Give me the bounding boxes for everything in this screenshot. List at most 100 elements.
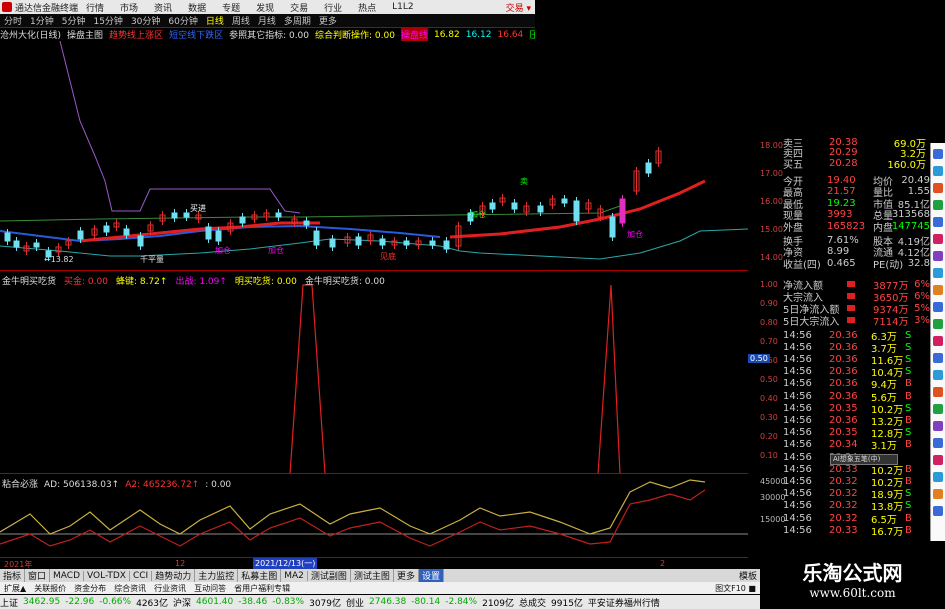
menu-item[interactable]: 专题 — [222, 1, 240, 14]
indicator-tab[interactable]: 指标 — [0, 569, 26, 582]
candle-body[interactable] — [303, 220, 310, 226]
candle-body[interactable] — [123, 228, 130, 236]
candle-body[interactable] — [619, 198, 626, 224]
candle-body[interactable] — [403, 240, 410, 246]
indicator1-chart[interactable] — [0, 271, 748, 473]
menu-item[interactable]: 资讯 — [154, 1, 172, 14]
side-tool-icon[interactable] — [933, 455, 943, 465]
candle-body[interactable] — [355, 236, 362, 246]
menu-item[interactable]: 行业 — [324, 1, 342, 14]
candle-body[interactable] — [4, 232, 11, 242]
candle-body[interactable] — [215, 230, 222, 242]
candle-body[interactable] — [429, 240, 436, 246]
indicator-tab[interactable]: MACD — [50, 570, 85, 581]
period-button[interactable]: 5分钟 — [62, 14, 86, 27]
side-tool-icon[interactable] — [933, 166, 943, 176]
candle-body[interactable] — [511, 202, 518, 210]
candle-body[interactable] — [313, 230, 320, 246]
period-button[interactable]: 多周期 — [284, 14, 311, 27]
candle-body[interactable] — [561, 198, 568, 204]
indicator-tab[interactable]: VOL-TDX — [84, 570, 130, 581]
indicator-tab[interactable]: 更多 — [394, 569, 419, 582]
period-button[interactable]: 日线 — [206, 14, 224, 27]
menu-item[interactable]: 发现 — [256, 1, 274, 14]
candle-body[interactable] — [379, 238, 386, 246]
menu-item[interactable]: L1L2 — [392, 2, 413, 12]
side-tool-icon[interactable] — [933, 234, 943, 244]
side-tool-icon[interactable] — [933, 149, 943, 159]
side-tool-icon[interactable] — [933, 336, 943, 346]
stock-name[interactable]: 沧州大化(日线) — [0, 28, 61, 41]
extension-tab[interactable]: 行业资讯 — [150, 583, 190, 594]
period-button[interactable]: 60分钟 — [168, 14, 197, 27]
indicator1-name[interactable]: 金牛明买吃货 — [2, 277, 56, 287]
candle-body[interactable] — [489, 202, 496, 210]
side-tool-icon[interactable] — [933, 472, 943, 482]
period-button[interactable]: 周线 — [232, 14, 250, 27]
side-tool-icon[interactable] — [933, 506, 943, 516]
period-button[interactable]: 更多 — [319, 14, 337, 27]
indicator-tab[interactable]: 窗口 — [25, 569, 51, 582]
candle-body[interactable] — [609, 216, 616, 238]
candle-body[interactable] — [443, 240, 450, 250]
trade-button[interactable]: 交易 ▾ — [506, 1, 531, 14]
candle-body[interactable] — [13, 240, 20, 248]
indicator-tab[interactable]: 设置 — [418, 569, 444, 582]
menu-item[interactable]: 热点 — [358, 1, 376, 14]
indicator-name[interactable]: 操盘主图 — [67, 28, 103, 41]
side-tool-icon[interactable] — [933, 353, 943, 363]
side-tool-icon[interactable] — [933, 387, 943, 397]
indicator-tab[interactable]: MA2 — [281, 570, 308, 581]
side-tool-icon[interactable] — [933, 370, 943, 380]
extension-tab[interactable]: 关联报价 — [30, 583, 70, 594]
template-button[interactable]: 模板 — [736, 569, 760, 582]
indicator-tab[interactable]: 测试主图 — [351, 569, 394, 582]
candle-body[interactable] — [183, 212, 190, 218]
candle-body[interactable] — [573, 200, 580, 222]
menu-item[interactable]: 数据 — [188, 1, 206, 14]
period-button[interactable]: 15分钟 — [93, 14, 122, 27]
period-button[interactable]: 1分钟 — [30, 14, 54, 27]
candle-body[interactable] — [537, 205, 544, 213]
candle-body[interactable] — [103, 225, 110, 233]
candle-body[interactable] — [205, 226, 212, 240]
menu-item[interactable]: 市场 — [120, 1, 138, 14]
menu-item[interactable]: 交易 — [290, 1, 308, 14]
side-tool-icon[interactable] — [933, 200, 943, 210]
extension-tab[interactable]: 综合资讯 — [110, 583, 150, 594]
order-book-row[interactable]: 买五 20.28 160.0万 — [783, 157, 930, 171]
side-tool-icon[interactable] — [933, 217, 943, 227]
indicator-tab[interactable]: 主力监控 — [195, 569, 239, 582]
side-tool-icon[interactable] — [933, 285, 943, 295]
candle-body[interactable] — [645, 162, 652, 174]
candle-body[interactable] — [137, 235, 144, 247]
side-tool-icon[interactable] — [933, 183, 943, 193]
indicator-tab[interactable]: CCI — [130, 570, 153, 581]
side-tool-icon[interactable] — [933, 319, 943, 329]
side-tool-icon[interactable] — [933, 404, 943, 414]
side-toolbar[interactable] — [930, 143, 945, 541]
indicator2-name[interactable]: 粘合必涨 — [2, 480, 38, 490]
indicator-tab[interactable]: 测试副图 — [308, 569, 351, 582]
candle-body[interactable] — [275, 212, 282, 218]
side-tool-icon[interactable] — [933, 251, 943, 261]
side-tool-icon[interactable] — [933, 489, 943, 499]
menu-item[interactable]: 行情 — [86, 1, 104, 14]
candle-body[interactable] — [239, 216, 246, 224]
period-button[interactable]: 月线 — [258, 14, 276, 27]
side-tool-icon[interactable] — [933, 421, 943, 431]
side-tool-icon[interactable] — [933, 268, 943, 278]
candle-body[interactable] — [329, 238, 336, 248]
indicator-tab[interactable]: 趋势动力 — [152, 569, 196, 582]
candle-body[interactable] — [171, 212, 178, 219]
period-button[interactable]: 分时 — [4, 14, 22, 27]
extension-tab[interactable]: 省用户福利专辑 — [230, 583, 294, 594]
extension-tab[interactable]: 扩展▲ — [0, 583, 30, 594]
candle-body[interactable] — [33, 242, 40, 248]
candle-body[interactable] — [77, 230, 84, 240]
extension-tab[interactable]: 互动问答 — [190, 583, 230, 594]
ad-tooltip[interactable]: AI想象五笔(中) — [830, 454, 898, 465]
main-kline-chart[interactable]: ←13.82 千平量加仓 加仓买进加仓卖见底加仓 — [0, 41, 748, 269]
indicator-tab[interactable]: 私募主图 — [238, 569, 282, 582]
side-tool-icon[interactable] — [933, 438, 943, 448]
